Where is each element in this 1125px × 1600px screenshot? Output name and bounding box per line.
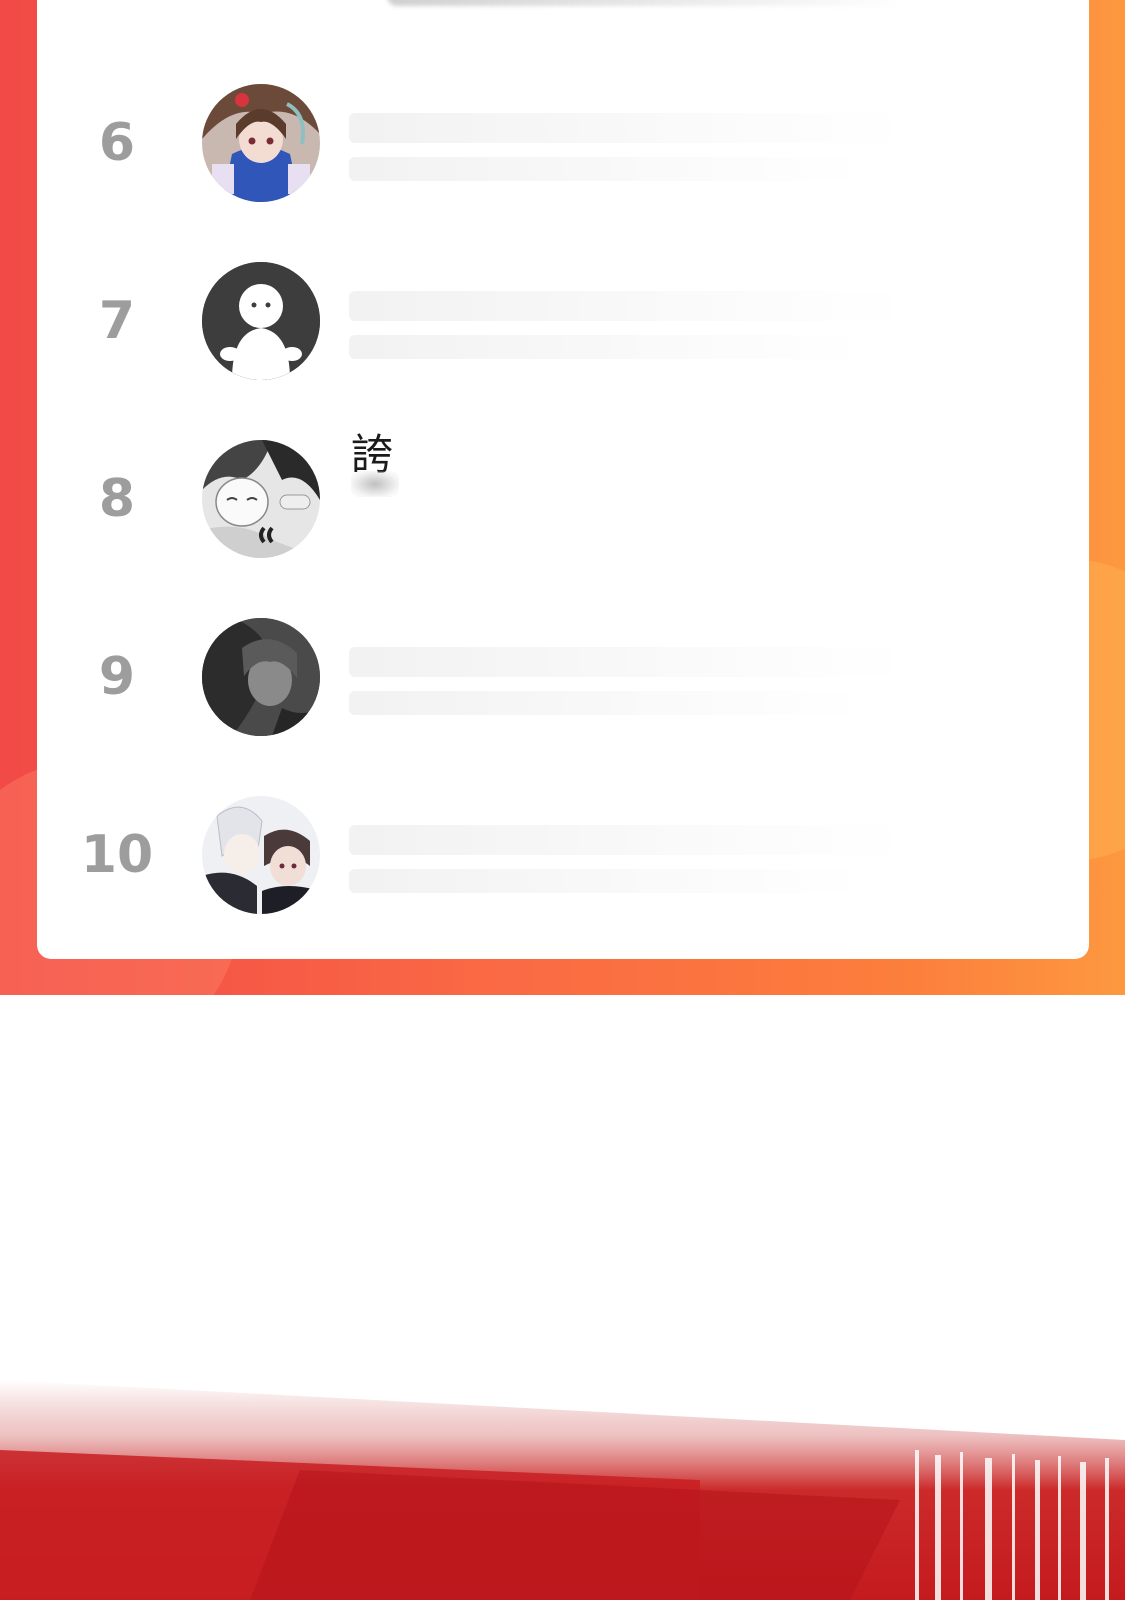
bottom-red-banner: [0, 1380, 1125, 1600]
rank-number: 7: [98, 291, 136, 351]
name-placeholder: [349, 825, 909, 855]
anime-girl-avatar-icon[interactable]: [202, 84, 320, 202]
leaderboard-row[interactable]: 8 誇: [37, 409, 1089, 589]
rank-number: 10: [80, 825, 154, 885]
name-placeholder: [349, 113, 909, 143]
rank-number: 6: [98, 113, 136, 173]
user-subtext-blur: [351, 471, 399, 497]
leaderboard-row[interactable]: 10: [37, 765, 1089, 945]
subtext-placeholder: [349, 157, 869, 181]
leaderboard-row[interactable]: 7: [37, 231, 1089, 411]
subtext-placeholder: [349, 335, 869, 359]
leaderboard-row[interactable]: 9: [37, 587, 1089, 767]
previous-row-name-blur: [387, 0, 907, 6]
leaderboard-card: 6 7 8 誇 9 10: [37, 0, 1089, 959]
rank-number: 8: [98, 469, 136, 529]
name-placeholder: [349, 647, 909, 677]
anime-duo-avatar-icon[interactable]: [202, 796, 320, 914]
rank-number: 9: [98, 647, 136, 707]
subtext-placeholder: [349, 869, 869, 893]
leaderboard-row[interactable]: 6: [37, 53, 1089, 233]
anime-couple-avatar-icon[interactable]: [202, 440, 320, 558]
name-placeholder: [349, 291, 909, 321]
subtext-placeholder: [349, 691, 869, 715]
default-user-avatar-icon[interactable]: [202, 262, 320, 380]
dark-anime-avatar-icon[interactable]: [202, 618, 320, 736]
